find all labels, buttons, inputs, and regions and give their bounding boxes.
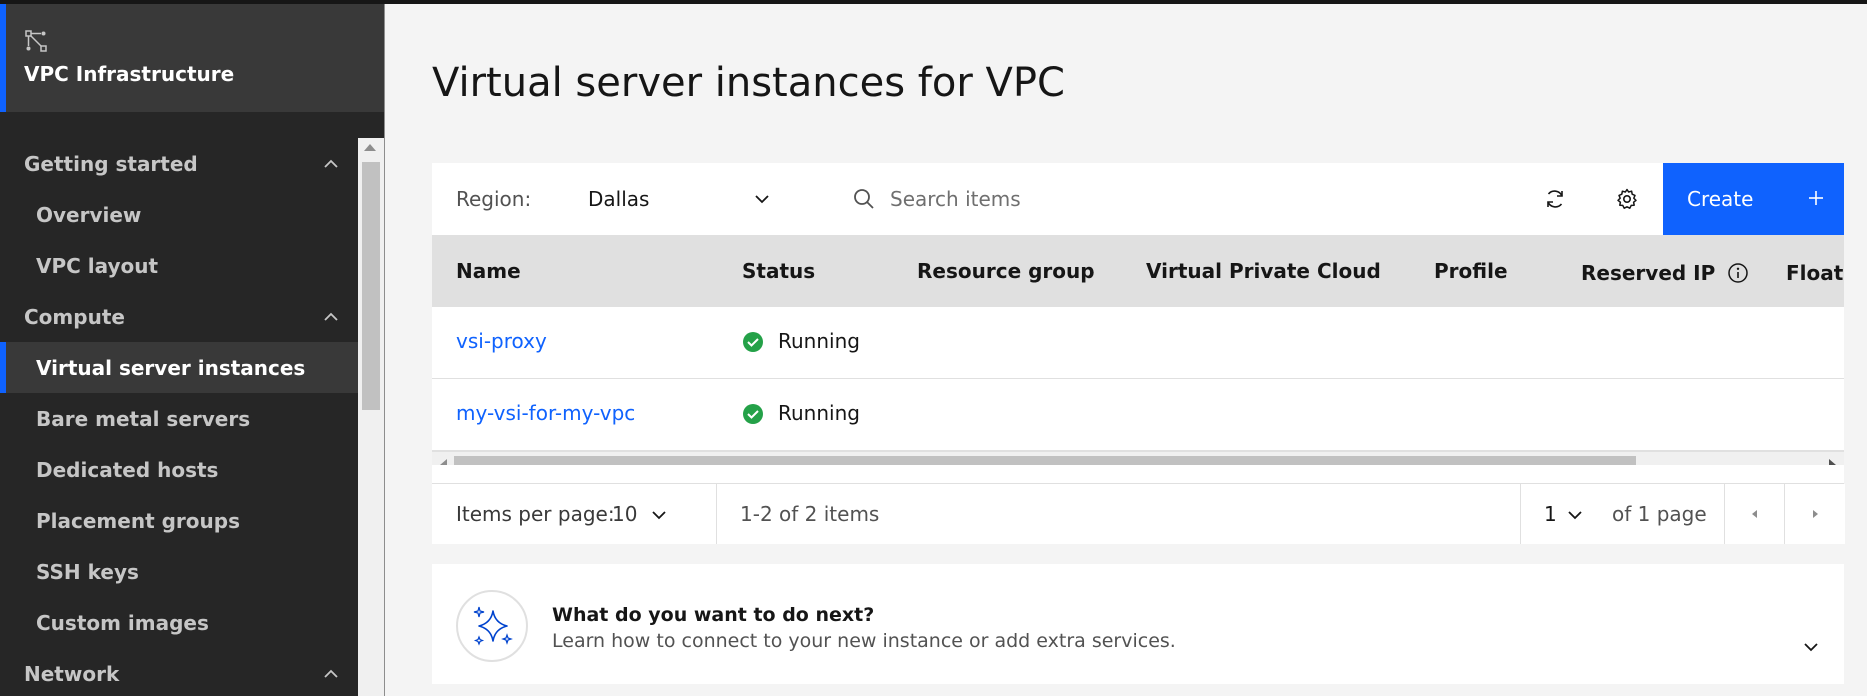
sidebar-item-dedicated-hosts[interactable]: Dedicated hosts <box>0 444 358 495</box>
sidebar-scrollbar[interactable] <box>358 138 384 696</box>
sidebar-header-accent <box>0 4 6 112</box>
page-value: 1 <box>1544 502 1557 526</box>
column-header-floating-ip[interactable]: Floatin <box>1786 261 1844 285</box>
column-header-name[interactable]: Name <box>456 259 521 283</box>
chevron-down-icon[interactable] <box>1800 636 1822 658</box>
sidebar-section-label: Getting started <box>24 151 198 176</box>
sidebar-section-getting-started[interactable]: Getting started <box>0 138 358 189</box>
status-text: Running <box>778 329 860 353</box>
region-label: Region: <box>456 187 532 211</box>
sidebar-item-bare-metal-servers[interactable]: Bare metal servers <box>0 393 358 444</box>
column-header-resource-group[interactable]: Resource group <box>917 259 1095 283</box>
scroll-up-arrow-icon[interactable] <box>364 144 376 151</box>
items-per-page-select[interactable]: 10 <box>612 484 682 544</box>
sidebar-section-network[interactable]: Network <box>0 648 358 696</box>
pagination-range: 1-2 of 2 items <box>740 502 880 526</box>
sidebar-item-label: Virtual server instances <box>36 355 306 380</box>
network-logo-icon <box>25 30 47 52</box>
plus-icon <box>1809 191 1823 205</box>
table-row[interactable]: my-vsi-for-my-vpc Running <box>432 379 1844 451</box>
sidebar-item-virtual-server-instances[interactable]: Virtual server instances <box>0 342 358 393</box>
sidebar-scrollbar-thumb[interactable] <box>362 162 380 410</box>
sidebar-nav: Getting started Overview VPC layout Comp… <box>0 138 358 696</box>
table-row[interactable]: vsi-proxy Running <box>432 307 1844 379</box>
table-scrollbar-thumb[interactable] <box>454 456 1636 465</box>
status-text: Running <box>778 401 860 425</box>
caret-left-icon <box>1752 510 1757 518</box>
create-button[interactable]: Create <box>1663 163 1844 235</box>
column-header-profile[interactable]: Profile <box>1434 259 1508 283</box>
sidebar-item-label: Bare metal servers <box>36 406 251 431</box>
sidebar-item-label: SSH keys <box>36 559 139 584</box>
sparkle-icon-badge <box>456 590 528 662</box>
chevron-up-icon <box>324 312 338 321</box>
instance-name-link[interactable]: vsi-proxy <box>456 329 547 353</box>
instance-name-link[interactable]: my-vsi-for-my-vpc <box>456 401 635 425</box>
column-header-vpc[interactable]: Virtual Private Cloud <box>1146 259 1381 283</box>
table-horizontal-scrollbar[interactable] <box>432 451 1844 465</box>
sidebar-item-vpc-layout[interactable]: VPC layout <box>0 240 358 291</box>
pagination-divider <box>716 484 717 544</box>
main-content: Virtual server instances for VPC Region:… <box>385 4 1867 696</box>
caret-right-icon <box>1813 510 1818 518</box>
sidebar-item-custom-images[interactable]: Custom images <box>0 597 358 648</box>
previous-page-button[interactable] <box>1725 484 1785 544</box>
sidebar-item-label: Dedicated hosts <box>36 457 219 482</box>
sidebar-item-label: VPC layout <box>36 253 159 278</box>
sidebar-header: VPC Infrastructure <box>0 4 384 112</box>
sidebar-section-label: Compute <box>24 304 125 329</box>
sidebar-item-overview[interactable]: Overview <box>0 189 358 240</box>
next-steps-title: What do you want to do next? <box>552 604 875 626</box>
region-dropdown[interactable]: Dallas <box>588 163 788 235</box>
region-value: Dallas <box>588 187 650 211</box>
sidebar-title: VPC Infrastructure <box>24 62 235 86</box>
table-header: Name Status Resource group Virtual Priva… <box>432 235 1844 307</box>
sidebar-item-label: Overview <box>36 202 142 227</box>
sidebar-item-ssh-keys[interactable]: SSH keys <box>0 546 358 597</box>
column-header-reserved-ip[interactable]: Reserved IP <box>1581 261 1749 285</box>
items-per-page-value: 10 <box>612 502 638 526</box>
items-per-page-label: Items per page: <box>456 502 615 526</box>
column-header-label: Reserved IP <box>1581 261 1716 285</box>
search-input[interactable] <box>890 179 1410 219</box>
next-steps-card[interactable]: What do you want to do next? Learn how t… <box>432 564 1844 684</box>
sparkle-icon <box>473 606 513 646</box>
instances-table-card: Region: Dallas Search items Create Name … <box>432 163 1845 544</box>
sidebar: VPC Infrastructure Getting started Overv… <box>0 4 384 696</box>
chevron-down-icon <box>1568 511 1582 520</box>
gear-icon <box>1617 188 1637 209</box>
check-circle-icon <box>743 332 763 352</box>
pagination-divider <box>1520 484 1521 544</box>
sidebar-item-label: Custom images <box>36 610 209 635</box>
chevron-up-icon <box>324 159 338 168</box>
next-page-button[interactable] <box>1785 484 1845 544</box>
chevron-up-icon <box>324 669 338 678</box>
refresh-icon <box>1547 190 1563 208</box>
page-total: of 1 page <box>1612 502 1707 526</box>
page-title: Virtual server instances for VPC <box>432 60 1065 106</box>
info-icon[interactable] <box>1727 262 1749 284</box>
search-icon <box>854 189 874 209</box>
settings-button[interactable] <box>1591 163 1663 235</box>
check-circle-icon <box>743 404 763 424</box>
column-header-status[interactable]: Status <box>742 259 815 283</box>
sidebar-section-compute[interactable]: Compute <box>0 291 358 342</box>
page-select[interactable]: 1 <box>1544 484 1604 544</box>
scroll-left-arrow-icon[interactable] <box>440 459 447 465</box>
next-steps-subtitle: Learn how to connect to your new instanc… <box>552 630 1176 652</box>
scroll-right-arrow-icon[interactable] <box>1829 459 1836 465</box>
create-button-label: Create <box>1687 187 1754 211</box>
pagination: Items per page: 10 1-2 of 2 items 1 of 1… <box>432 483 1845 544</box>
chevron-down-icon <box>652 511 666 520</box>
table-toolbar: Region: Dallas Search items Create <box>432 163 1844 235</box>
refresh-button[interactable] <box>1519 163 1591 235</box>
sidebar-section-label: Network <box>24 661 120 686</box>
chevron-down-icon <box>755 195 769 204</box>
sidebar-item-placement-groups[interactable]: Placement groups <box>0 495 358 546</box>
sidebar-item-label: Placement groups <box>36 508 240 533</box>
instances-table: Name Status Resource group Virtual Priva… <box>432 235 1844 465</box>
